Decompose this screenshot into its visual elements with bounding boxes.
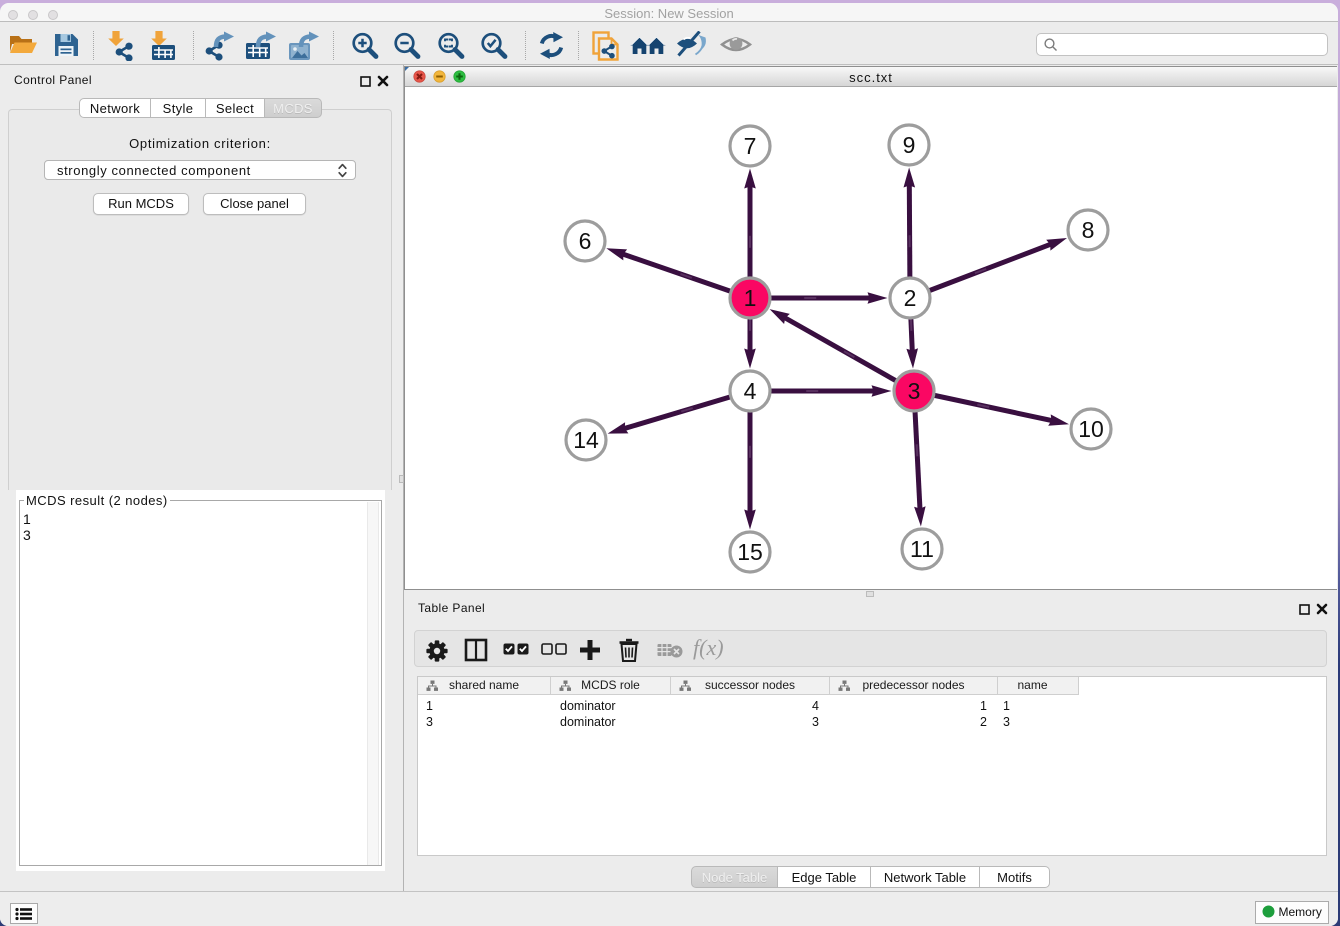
svg-text:7: 7 bbox=[744, 133, 757, 159]
svg-text:10: 10 bbox=[1078, 416, 1104, 442]
svg-text:15: 15 bbox=[737, 539, 763, 565]
svg-text:1: 1 bbox=[744, 285, 757, 311]
svg-text:3: 3 bbox=[908, 378, 921, 404]
svg-text:6: 6 bbox=[579, 228, 592, 254]
svg-text:4: 4 bbox=[744, 378, 757, 404]
svg-text:14: 14 bbox=[573, 427, 599, 453]
svg-text:11: 11 bbox=[910, 536, 934, 562]
svg-text:2: 2 bbox=[904, 285, 917, 311]
svg-text:8: 8 bbox=[1082, 217, 1095, 243]
svg-text:9: 9 bbox=[903, 132, 916, 158]
